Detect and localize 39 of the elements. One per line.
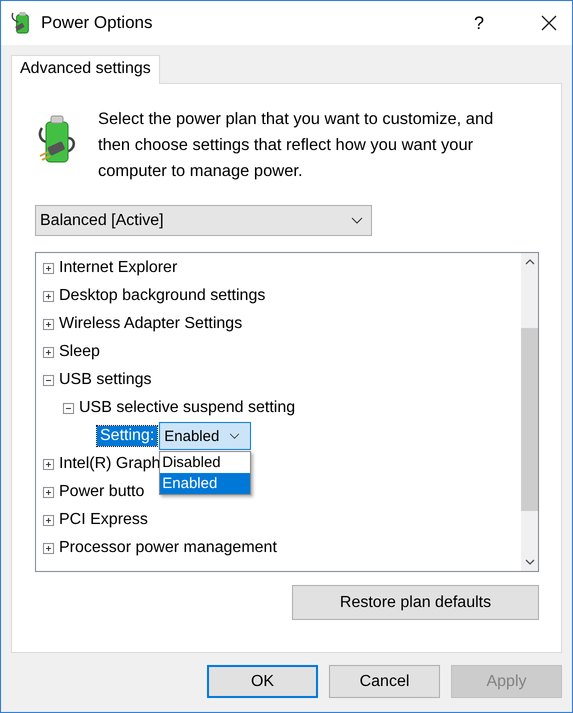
expand-icon[interactable] — [43, 486, 54, 498]
chevron-down-icon — [229, 432, 240, 440]
chevron-down-icon — [351, 216, 363, 224]
collapse-icon[interactable] — [43, 374, 54, 386]
tree-item[interactable]: PCI Express — [59, 511, 148, 529]
collapse-icon[interactable] — [63, 402, 74, 414]
expand-icon[interactable] — [43, 458, 54, 470]
help-button[interactable]: ? — [456, 1, 502, 45]
tab[interactable]: Advanced settings — [11, 55, 160, 84]
setting-dropdown[interactable]: Enabled — [159, 422, 252, 450]
scroll-thumb[interactable] — [521, 328, 538, 511]
scroll-up-icon[interactable] — [524, 259, 534, 265]
expand-icon[interactable] — [43, 542, 54, 554]
expand-icon[interactable] — [43, 290, 54, 302]
tree-item[interactable]: Power butto — [59, 483, 144, 501]
expand-icon[interactable] — [43, 262, 54, 274]
tree-item[interactable]: Processor power management — [59, 539, 277, 557]
restore-defaults-button[interactable]: Restore plan defaults — [292, 585, 539, 620]
dialog-button[interactable]: Cancel — [329, 665, 440, 698]
plan-dropdown[interactable]: Balanced [Active] — [35, 205, 372, 236]
close-icon — [541, 15, 557, 31]
expand-icon[interactable] — [43, 318, 54, 330]
expand-icon[interactable] — [43, 346, 54, 358]
window-title: Power Options — [41, 13, 154, 33]
setting-label[interactable]: Setting: — [97, 426, 158, 446]
scrollbar[interactable] — [521, 253, 538, 571]
tree-item[interactable]: Desktop background settings — [59, 287, 266, 305]
dropdown-option[interactable]: Disabled — [160, 452, 250, 473]
tree-item[interactable]: USB selective suspend setting — [79, 399, 296, 417]
description-text: Select the power plan that you want to customize, and then choose settings that reflect how you want your computer to manage power. — [98, 109, 494, 182]
dialog-button[interactable]: OK — [207, 665, 318, 698]
tree-item[interactable]: Wireless Adapter Settings — [59, 315, 242, 333]
scroll-down-icon[interactable] — [524, 559, 534, 565]
tree-item[interactable]: Intel(R) Graph — [59, 455, 160, 473]
tree-item[interactable]: Internet Explorer — [59, 259, 178, 277]
tree-item[interactable]: Sleep — [59, 343, 100, 361]
tree-item[interactable]: USB settings — [59, 371, 152, 389]
expand-icon[interactable] — [43, 514, 54, 526]
dropdown-option[interactable]: Enabled — [160, 473, 250, 494]
